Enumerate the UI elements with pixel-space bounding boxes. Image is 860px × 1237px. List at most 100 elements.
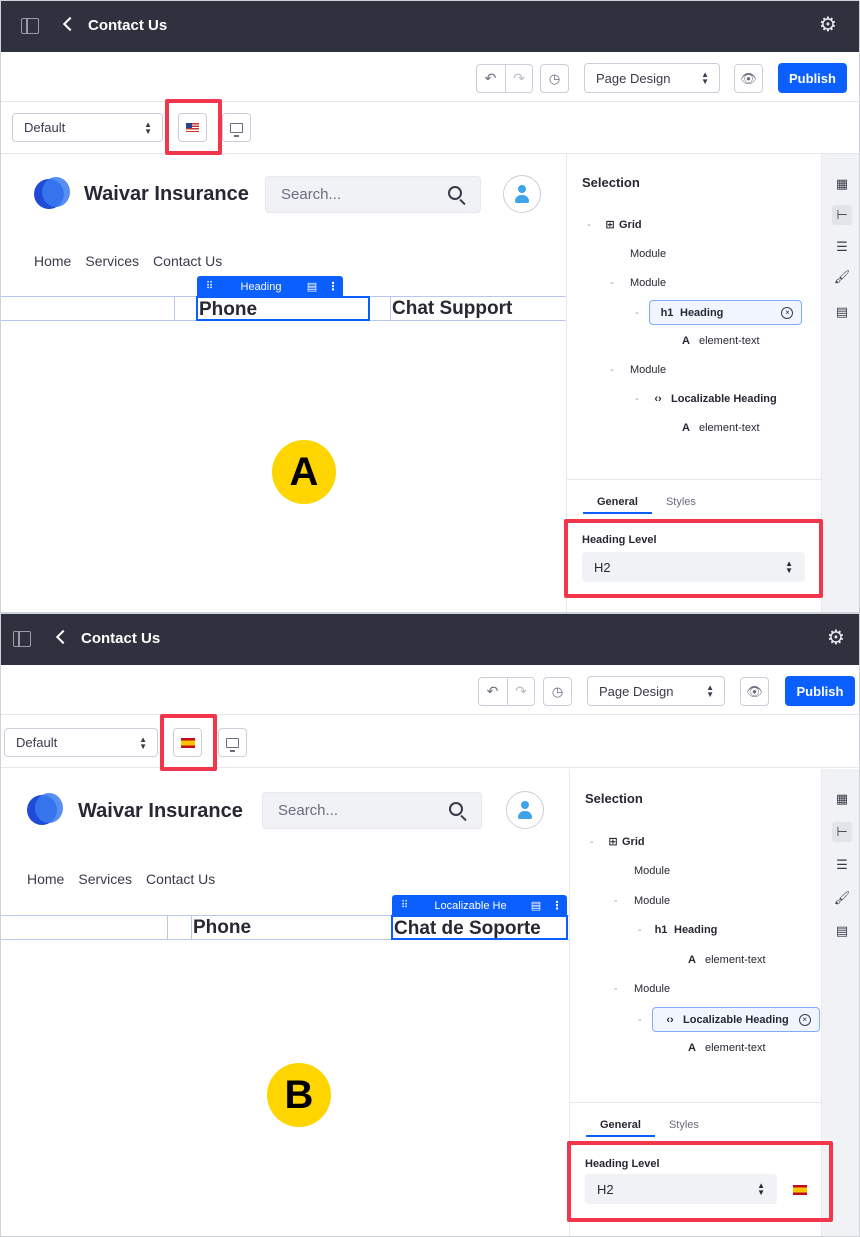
page-structure-icon[interactable]: ☰ <box>832 237 852 257</box>
tree-node-element-text[interactable]: Aelement-text <box>683 1042 766 1054</box>
fragments-icon[interactable]: ▦ <box>832 789 852 809</box>
undo-icon[interactable]: ↶ <box>479 678 507 705</box>
tree-node-heading-selected[interactable]: h1 Heading × <box>649 300 803 325</box>
page-design-icon[interactable]: 🖌 <box>832 267 852 287</box>
preview-eye-icon[interactable]: 👁 <box>734 64 763 93</box>
grid-cell-empty[interactable] <box>167 916 191 939</box>
tree-node-module[interactable]: - Module <box>614 983 670 995</box>
tree-node-element-text[interactable]: Aelement-text <box>683 954 766 966</box>
tab-general[interactable]: General <box>586 1115 655 1137</box>
comment-icon[interactable]: ▤ <box>301 280 323 293</box>
grid-cell-phone[interactable]: Phone <box>191 916 368 939</box>
flag-us-icon <box>186 123 199 132</box>
tree-node-grid[interactable]: - ⊞ Grid <box>590 835 645 849</box>
drag-handle-icon[interactable]: ⠿ <box>197 281 221 292</box>
search-input[interactable]: Search... <box>265 176 481 213</box>
history-icon[interactable]: ◷ <box>543 677 572 706</box>
comments-icon[interactable]: ▤ <box>832 302 852 322</box>
tree-node-localizable-heading[interactable]: - ‹› Localizable Heading × <box>638 1007 820 1032</box>
tree-node-element-text[interactable]: Aelement-text <box>677 335 760 347</box>
heading-level-select[interactable]: H2 ▲ ▼ <box>585 1174 777 1204</box>
more-options-icon[interactable]: ⋮ <box>323 280 343 293</box>
tree-node-heading[interactable]: - h1 Heading × <box>635 300 803 325</box>
device-monitor-button[interactable] <box>218 728 247 757</box>
gear-icon[interactable]: ⚙ <box>827 628 845 648</box>
redo-icon[interactable]: ↷ <box>504 65 533 92</box>
experience-select[interactable]: Default ▲ ▼ <box>12 113 163 142</box>
user-avatar[interactable] <box>503 175 541 213</box>
tree-node-module[interactable]: - Module <box>610 364 666 376</box>
view-select[interactable]: Page Design ▲ ▼ <box>584 63 720 93</box>
view-select[interactable]: Page Design ▲ ▼ <box>587 676 725 706</box>
nav-contact-us[interactable]: Contact Us <box>146 871 215 887</box>
preview-eye-icon[interactable]: 👁 <box>740 677 769 706</box>
sidebar-panel: ▦ ⊢ ☰ 🖌 ▤ Selection - ⊞ Grid Module - Modul… <box>567 769 859 1236</box>
grid-icon: ⊞ <box>605 219 615 231</box>
heading-level-select[interactable]: H2 ▲ ▼ <box>582 552 805 582</box>
tree-label: Module <box>634 865 671 877</box>
experience-select[interactable]: Default ▲ ▼ <box>4 728 158 757</box>
fragment-chip[interactable]: ⠿ Localizable He ▤ ⋮ <box>392 895 567 916</box>
grid-cell-phone[interactable]: Phone <box>196 296 370 321</box>
tree-node-localizable-selected[interactable]: ‹› Localizable Heading × <box>652 1007 820 1032</box>
tree-node-localizable-heading[interactable]: - ‹› Localizable Heading <box>635 393 777 405</box>
history-icon[interactable]: ◷ <box>540 64 569 93</box>
publish-button[interactable]: Publish <box>785 676 855 706</box>
tab-styles[interactable]: Styles <box>652 492 710 514</box>
tab-styles[interactable]: Styles <box>655 1115 713 1137</box>
tree-node-element-text[interactable]: Aelement-text <box>677 422 760 434</box>
heading-level-value: H2 <box>597 1181 614 1197</box>
gear-icon[interactable]: ⚙ <box>819 15 837 35</box>
nav-home[interactable]: Home <box>27 871 64 887</box>
text-icon: A <box>688 954 696 966</box>
text-icon: A <box>682 422 690 434</box>
select-arrows-icon: ▲ ▼ <box>757 1181 765 1197</box>
tree-label: Localizable Heading <box>683 1013 789 1026</box>
grid-cell-empty[interactable] <box>174 297 196 320</box>
publish-button[interactable]: Publish <box>778 63 847 93</box>
code-icon: ‹› <box>666 1013 674 1026</box>
nav-home[interactable]: Home <box>34 253 71 269</box>
drag-handle-icon[interactable]: ⠿ <box>392 900 416 911</box>
tree-node-heading[interactable]: - h1 Heading <box>638 924 717 936</box>
user-avatar[interactable] <box>506 791 544 829</box>
close-icon[interactable]: × <box>781 306 794 319</box>
selection-tree-icon[interactable]: ⊢ <box>832 205 852 225</box>
page-design-icon[interactable]: 🖌 <box>832 888 852 908</box>
back-icon[interactable] <box>55 629 71 645</box>
redo-icon[interactable]: ↷ <box>506 678 535 705</box>
sidebar-toggle-icon[interactable] <box>13 631 31 647</box>
comment-icon[interactable]: ▤ <box>525 899 547 912</box>
tree-node-grid[interactable]: - ⊞ Grid <box>587 218 642 232</box>
nav-services[interactable]: Services <box>85 253 139 269</box>
search-icon[interactable] <box>449 802 463 816</box>
sidebar-toggle-icon[interactable] <box>21 18 39 34</box>
close-icon[interactable]: × <box>798 1013 811 1026</box>
device-monitor-button[interactable] <box>222 113 251 142</box>
fragments-icon[interactable]: ▦ <box>832 174 852 194</box>
tree-node-module[interactable]: Module <box>634 865 670 877</box>
language-selector-button[interactable] <box>178 113 207 142</box>
more-options-icon[interactable]: ⋮ <box>547 899 567 912</box>
search-input[interactable]: Search... <box>262 792 482 829</box>
selection-tree-icon[interactable]: ⊢ <box>832 822 852 842</box>
tree-node-module[interactable]: - Module <box>614 895 670 907</box>
page-structure-icon[interactable]: ☰ <box>832 855 852 875</box>
nav-services[interactable]: Services <box>78 871 132 887</box>
tab-general[interactable]: General <box>583 492 652 514</box>
tree-node-module[interactable]: - Module <box>610 277 666 289</box>
tree-label: element-text <box>699 335 760 347</box>
back-icon[interactable] <box>62 16 78 32</box>
grid-cell-chat[interactable]: Chat Support <box>390 297 566 320</box>
nav-contact-us[interactable]: Contact Us <box>153 253 222 269</box>
language-selector-button[interactable] <box>173 728 202 757</box>
grid-cell-chat[interactable]: Chat de Soporte <box>391 915 568 940</box>
search-icon[interactable] <box>448 186 462 200</box>
undo-icon[interactable]: ↶ <box>477 65 505 92</box>
fragment-chip[interactable]: ⠿ Heading ▤ ⋮ <box>197 276 343 297</box>
label-badge: A <box>272 440 336 504</box>
select-arrows-icon: ▲ ▼ <box>785 559 793 575</box>
tree-node-module[interactable]: Module <box>630 248 666 260</box>
page-canvas: Waivar Insurance Search... Home Services… <box>1 154 566 612</box>
comments-icon[interactable]: ▤ <box>832 921 852 941</box>
